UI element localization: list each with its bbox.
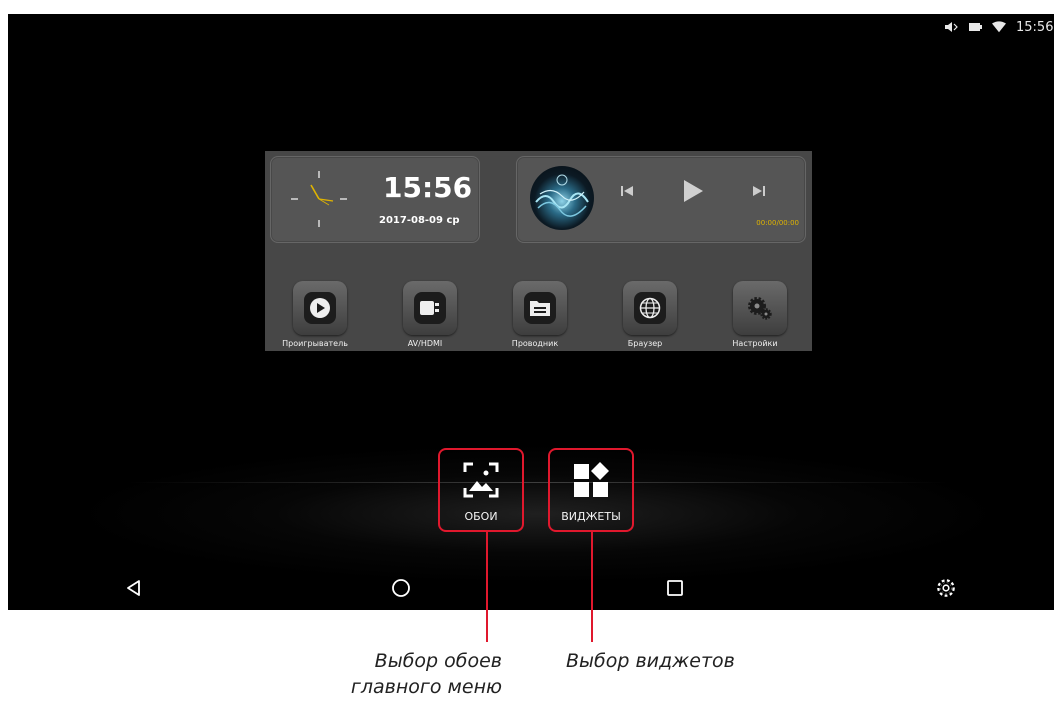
recent-apps-icon[interactable] — [661, 574, 689, 602]
app-label: Браузер — [627, 339, 663, 348]
wifi-icon — [992, 21, 1006, 33]
wallpaper-caption-line2: главного меню — [350, 676, 502, 698]
wallpaper-caption: Выбор обоев главного меню — [320, 648, 502, 700]
file-manager-icon — [524, 292, 556, 324]
app-label: Настройки — [732, 339, 778, 348]
widgets-callout-line — [591, 530, 593, 642]
app-file-manager[interactable]: Проводник — [490, 281, 580, 351]
av-hdmi-icon — [414, 292, 446, 324]
prev-icon[interactable] — [617, 181, 637, 201]
wallpaper-callout-line — [486, 530, 488, 642]
app-label: AV/HDMI — [407, 339, 443, 348]
app-shortcuts: Проигрыватель AV/HDMI Проводник Браузер — [265, 281, 812, 351]
album-art[interactable] — [530, 166, 594, 230]
home-icon[interactable] — [387, 574, 415, 602]
app-av-hdmi[interactable]: AV/HDMI — [380, 281, 470, 351]
app-label: Проводник — [511, 339, 559, 348]
navigation-bar — [8, 566, 1054, 610]
app-browser[interactable]: Браузер — [600, 281, 690, 351]
gears-icon — [744, 292, 776, 324]
app-player[interactable]: Проигрыватель — [270, 281, 360, 351]
background-horizon — [128, 482, 948, 483]
next-icon[interactable] — [749, 181, 769, 201]
app-settings[interactable]: Настройки — [710, 281, 800, 351]
wallpaper-button[interactable]: ОБОИ — [438, 448, 524, 532]
play-icon[interactable] — [679, 177, 707, 205]
back-icon[interactable] — [120, 574, 148, 602]
wallpaper-caption-line1: Выбор обоев — [374, 650, 502, 672]
clock-widget[interactable]: 15:56 2017-08-09 ср — [270, 156, 480, 243]
device-screen: 15:56 15:56 2017-08-09 ср 00:00/00:00 Пр… — [8, 14, 1054, 610]
home-widget-panel: 15:56 2017-08-09 ср 00:00/00:00 Проигрыв… — [265, 151, 812, 351]
analog-clock-icon — [291, 171, 347, 227]
battery-icon — [968, 21, 982, 33]
app-label: Проигрыватель — [282, 339, 348, 348]
music-progress: 00:00/00:00 — [756, 219, 799, 227]
settings-icon[interactable] — [932, 574, 960, 602]
widgets-caption: Выбор виджетов — [566, 650, 735, 672]
globe-icon — [634, 292, 666, 324]
clock-time: 15:56 — [383, 171, 473, 204]
wallpaper-label: ОБОИ — [464, 510, 498, 523]
widgets-label: ВИДЖЕТЫ — [561, 510, 621, 523]
music-widget: 00:00/00:00 — [516, 156, 806, 243]
wallpaper-icon — [463, 462, 499, 498]
status-time: 15:56 — [1016, 19, 1054, 35]
mute-icon — [944, 21, 958, 33]
player-icon — [304, 292, 336, 324]
widgets-button[interactable]: ВИДЖЕТЫ — [548, 448, 634, 532]
background-glow — [68, 444, 1008, 584]
status-bar: 15:56 — [944, 16, 1054, 38]
clock-date: 2017-08-09 ср — [379, 215, 460, 226]
widgets-icon — [574, 462, 609, 497]
